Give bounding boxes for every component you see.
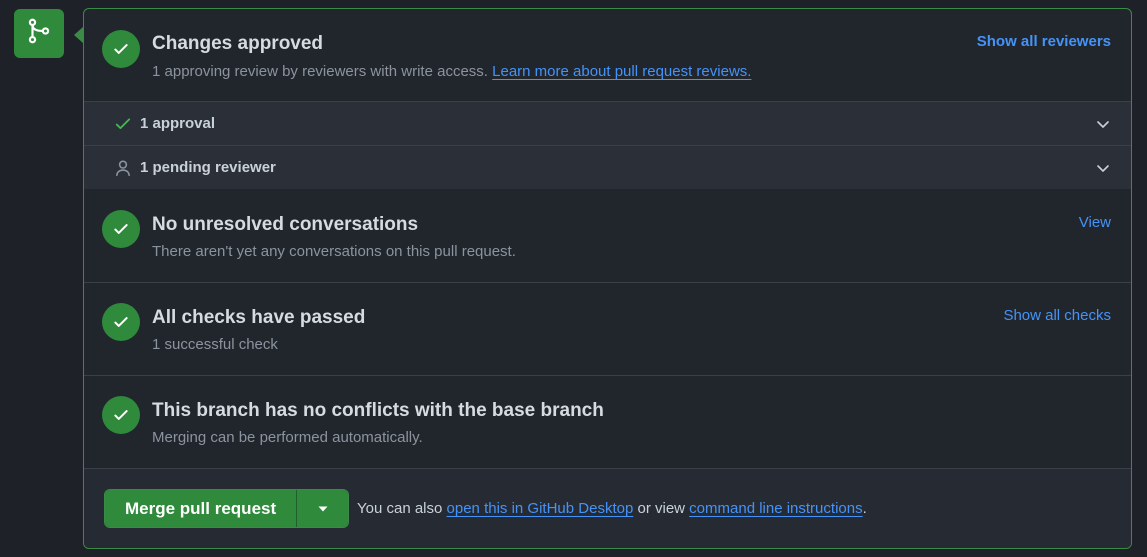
approval-check-icon xyxy=(102,30,140,68)
merge-status-badge xyxy=(14,9,64,58)
view-conversations-link[interactable]: View xyxy=(1079,214,1111,231)
check-icon xyxy=(114,115,132,133)
git-merge-icon xyxy=(26,18,52,49)
checks-check-icon xyxy=(102,303,140,341)
merge-button-group: Merge pull request xyxy=(104,489,350,528)
show-all-checks-link[interactable]: Show all checks xyxy=(1003,307,1111,324)
chevron-down-icon[interactable] xyxy=(1095,160,1111,176)
footer-text: You can also open this in GitHub Desktop… xyxy=(357,500,867,517)
approvals-row[interactable]: 1 approval xyxy=(84,101,1131,145)
approval-title: Changes approved xyxy=(152,33,324,54)
conflicts-title: This branch has no conflicts with the ba… xyxy=(152,400,604,421)
conflicts-subtitle: Merging can be performed automatically. xyxy=(152,429,423,446)
merge-footer: Merge pull request You can also open thi… xyxy=(84,469,1131,548)
approval-subtitle: 1 approving review by reviewers with wri… xyxy=(152,63,751,80)
approval-section: Changes approved 1 approving review by r… xyxy=(84,9,1131,189)
checks-section: All checks have passed 1 successful chec… xyxy=(84,283,1131,376)
command-line-instructions-link[interactable]: command line instructions xyxy=(689,500,862,517)
person-icon xyxy=(114,159,132,177)
conflicts-section: This branch has no conflicts with the ba… xyxy=(84,376,1131,469)
merge-method-dropdown[interactable] xyxy=(297,490,349,527)
merge-box: Changes approved 1 approving review by r… xyxy=(83,8,1132,549)
pending-reviewer-row[interactable]: 1 pending reviewer xyxy=(84,145,1131,189)
conflicts-check-icon xyxy=(102,396,140,434)
learn-more-reviews-link[interactable]: Learn more about pull request reviews. xyxy=(492,63,751,80)
conversations-subtitle: There aren't yet any conversations on th… xyxy=(152,243,516,260)
checks-subtitle: 1 successful check xyxy=(152,336,278,353)
conversations-title: No unresolved conversations xyxy=(152,214,419,235)
conversations-section: No unresolved conversations There aren't… xyxy=(84,190,1131,283)
merge-pull-request-button[interactable]: Merge pull request xyxy=(105,490,298,527)
triangle-down-icon xyxy=(317,500,329,518)
show-all-reviewers-link[interactable]: Show all reviewers xyxy=(977,33,1111,50)
open-github-desktop-link[interactable]: open this in GitHub Desktop xyxy=(447,500,634,517)
pending-reviewer-label: 1 pending reviewer xyxy=(140,159,276,176)
checks-title: All checks have passed xyxy=(152,307,366,328)
footer-middle: or view xyxy=(633,500,690,517)
footer-prefix: You can also xyxy=(357,500,447,517)
panel-caret xyxy=(74,27,83,43)
chevron-down-icon[interactable] xyxy=(1095,116,1111,132)
conversations-check-icon xyxy=(102,210,140,248)
footer-suffix: . xyxy=(862,500,867,517)
approvals-label: 1 approval xyxy=(140,115,216,132)
approval-subtitle-text: 1 approving review by reviewers with wri… xyxy=(152,63,493,80)
